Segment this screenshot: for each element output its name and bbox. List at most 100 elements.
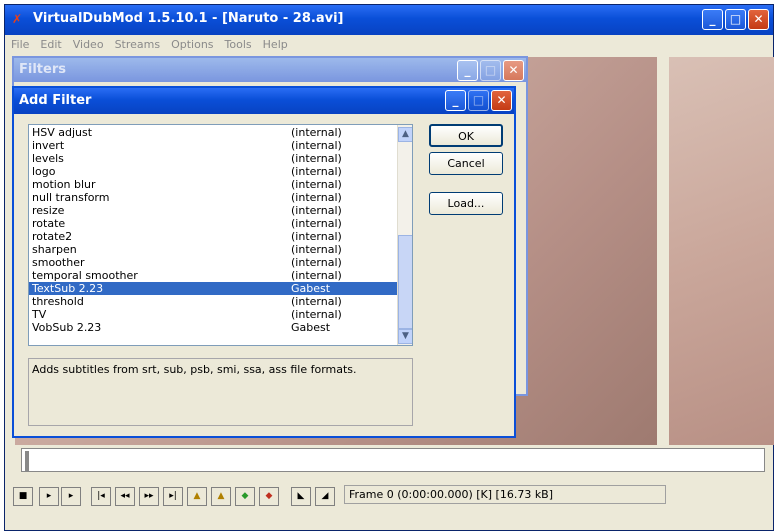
add-filter-close-icon[interactable]: ✕ <box>491 90 512 111</box>
filters-minimize-icon[interactable]: _ <box>457 60 478 81</box>
ok-button[interactable]: OK <box>429 124 503 147</box>
main-title-bar[interactable]: ✗ VirtualDubMod 1.5.10.1 - [Naruto - 28.… <box>5 5 773 35</box>
filter-source: (internal) <box>291 126 342 139</box>
menu-help[interactable]: Help <box>257 35 293 51</box>
add-filter-title-bar[interactable]: Add Filter _ □ ✕ <box>14 88 514 114</box>
filter-source: (internal) <box>291 230 342 243</box>
app-icon: ✗ <box>12 12 23 26</box>
go-end-icon[interactable]: ▸| <box>163 487 183 506</box>
filter-row[interactable]: rotate (internal) <box>29 217 397 230</box>
filter-row[interactable]: rotate2 (internal) <box>29 230 397 243</box>
filter-row[interactable]: sharpen (internal) <box>29 243 397 256</box>
mark-in-icon[interactable]: ◣ <box>291 487 311 506</box>
maximize-icon[interactable]: □ <box>725 9 746 30</box>
add-filter-dialog: Add Filter _ □ ✕ HSV adjust (internal) inv… <box>12 86 516 438</box>
filter-source: (internal) <box>291 152 342 165</box>
filter-source: (internal) <box>291 256 342 269</box>
menu-tools[interactable]: Tools <box>219 35 257 51</box>
scroll-up-icon[interactable]: ▲ <box>398 127 412 142</box>
filter-source: (internal) <box>291 217 342 230</box>
play-output-icon[interactable]: ▸ <box>61 487 81 506</box>
filter-row[interactable]: resize (internal) <box>29 204 397 217</box>
filter-name: smoother <box>32 256 85 269</box>
filter-source: (internal) <box>291 178 342 191</box>
prev-scene-icon[interactable]: ◆ <box>235 487 255 506</box>
scroll-thumb[interactable] <box>398 235 412 329</box>
timeline-seekbar[interactable] <box>21 448 765 472</box>
filter-source: Gabest <box>291 282 331 295</box>
next-frame-icon[interactable]: ▸▸ <box>139 487 159 506</box>
filter-row[interactable]: invert (internal) <box>29 139 397 152</box>
filter-source: (internal) <box>291 308 342 321</box>
filter-name: invert <box>32 139 65 152</box>
filters-title-bar[interactable]: Filters _ □ ✕ <box>14 58 526 82</box>
filter-name: logo <box>32 165 56 178</box>
filter-source: (internal) <box>291 243 342 256</box>
prev-frame-icon[interactable]: ◂◂ <box>115 487 135 506</box>
filters-close-icon[interactable]: ✕ <box>503 60 524 81</box>
menu-options[interactable]: Options <box>165 35 218 51</box>
filter-row[interactable]: VobSub 2.23 Gabest <box>29 321 397 334</box>
filter-row[interactable]: TV (internal) <box>29 308 397 321</box>
filter-name: rotate2 <box>32 230 73 243</box>
filter-row[interactable]: TextSub 2.23 Gabest <box>29 282 397 295</box>
filter-name: null transform <box>32 191 110 204</box>
play-input-icon[interactable]: ▸ <box>39 487 59 506</box>
filter-name: HSV adjust <box>32 126 93 139</box>
filter-name: motion blur <box>32 178 96 191</box>
filter-source: (internal) <box>291 191 342 204</box>
next-keyframe-icon[interactable]: ▲ <box>211 487 231 506</box>
filter-source: (internal) <box>291 269 342 282</box>
add-filter-minimize-icon[interactable]: _ <box>445 90 466 111</box>
add-filter-maximize-icon[interactable]: □ <box>468 90 489 111</box>
filter-name: levels <box>32 152 64 165</box>
filter-row[interactable]: smoother (internal) <box>29 256 397 269</box>
filter-name: TV <box>32 308 47 321</box>
load-button[interactable]: Load... <box>429 192 503 215</box>
filter-name: threshold <box>32 295 84 308</box>
filter-name: VobSub 2.23 <box>32 321 102 334</box>
filter-name: temporal smoother <box>32 269 138 282</box>
filter-row[interactable]: logo (internal) <box>29 165 397 178</box>
filter-name: sharpen <box>32 243 77 256</box>
menu-bar: File Edit Video Streams Options Tools Help <box>5 35 773 55</box>
filter-source: (internal) <box>291 204 342 217</box>
frame-status: Frame 0 (0:00:00.000) [K] [16.73 kB] <box>344 485 666 504</box>
prev-keyframe-icon[interactable]: ▲ <box>187 487 207 506</box>
filter-rows: HSV adjust (internal) invert (internal) leve… <box>29 126 397 334</box>
filter-row[interactable]: temporal smoother (internal) <box>29 269 397 282</box>
cancel-button[interactable]: Cancel <box>429 152 503 175</box>
menu-edit[interactable]: Edit <box>34 35 66 51</box>
filter-source: (internal) <box>291 139 342 152</box>
menu-file[interactable]: File <box>5 35 34 51</box>
seek-thumb[interactable] <box>25 451 29 471</box>
filter-name: TextSub 2.23 <box>32 282 104 295</box>
filter-row[interactable]: levels (internal) <box>29 152 397 165</box>
list-scrollbar[interactable]: ▲ ▼ <box>397 125 412 345</box>
output-video-pane <box>669 57 774 445</box>
close-icon[interactable]: ✕ <box>748 9 769 30</box>
minimize-icon[interactable]: _ <box>702 9 723 30</box>
filter-source: Gabest <box>291 321 331 334</box>
filter-row[interactable]: threshold (internal) <box>29 295 397 308</box>
menu-video[interactable]: Video <box>67 35 109 51</box>
menu-streams[interactable]: Streams <box>109 35 166 51</box>
filter-source: (internal) <box>291 165 342 178</box>
filter-list[interactable]: HSV adjust (internal) invert (internal) leve… <box>28 124 413 346</box>
filters-maximize-icon[interactable]: □ <box>480 60 501 81</box>
main-window-title: VirtualDubMod 1.5.10.1 - [Naruto - 28.av… <box>33 11 344 26</box>
filter-name: rotate <box>32 217 66 230</box>
filter-source: (internal) <box>291 295 342 308</box>
filter-row[interactable]: HSV adjust (internal) <box>29 126 397 139</box>
add-filter-title: Add Filter <box>19 93 92 108</box>
filter-name: resize <box>32 204 65 217</box>
filter-row[interactable]: motion blur (internal) <box>29 178 397 191</box>
filters-title: Filters <box>19 62 66 77</box>
scroll-down-icon[interactable]: ▼ <box>398 329 412 344</box>
filter-row[interactable]: null transform (internal) <box>29 191 397 204</box>
stop-icon[interactable]: ■ <box>13 487 33 506</box>
filter-description: Adds subtitles from srt, sub, psb, smi, … <box>28 358 413 426</box>
next-scene-icon[interactable]: ◆ <box>259 487 279 506</box>
mark-out-icon[interactable]: ◢ <box>315 487 335 506</box>
go-start-icon[interactable]: |◂ <box>91 487 111 506</box>
